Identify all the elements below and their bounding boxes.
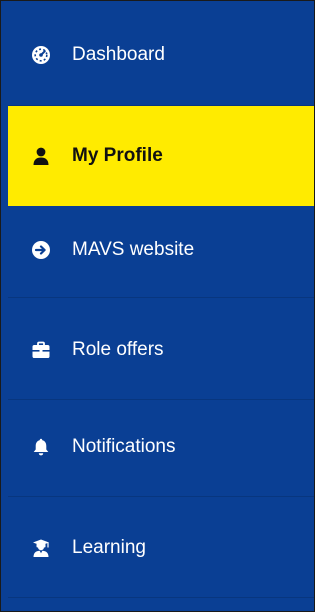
bell-icon	[30, 436, 52, 458]
sidebar-item-role-offers[interactable]: Role offers	[8, 300, 314, 400]
graduate-icon	[30, 537, 52, 559]
sidebar-item-label: MAVS website	[72, 239, 195, 260]
sidebar-item-learning[interactable]: Learning	[8, 498, 314, 598]
divider	[8, 496, 314, 497]
sidebar-item-label: Dashboard	[72, 44, 165, 65]
user-icon	[30, 145, 52, 167]
sidebar-item-mavs-website[interactable]: MAVS website	[8, 200, 314, 300]
dashboard-gauge-icon	[30, 44, 52, 66]
sidebar-frame: Dashboard My Profile MAVS website Role o…	[0, 0, 315, 612]
sidebar-item-notifications[interactable]: Notifications	[8, 397, 314, 497]
sidebar-item-dashboard[interactable]: Dashboard	[8, 5, 314, 105]
arrow-circle-right-icon	[30, 239, 52, 261]
divider	[8, 597, 314, 598]
sidebar-item-label: Notifications	[72, 436, 176, 457]
sidebar-item-label: My Profile	[72, 145, 163, 166]
sidebar-nav: Dashboard My Profile MAVS website Role o…	[8, 1, 314, 611]
sidebar-item-my-profile[interactable]: My Profile	[8, 106, 314, 206]
briefcase-icon	[30, 339, 52, 361]
sidebar-item-label: Learning	[72, 537, 146, 558]
sidebar-item-label: Role offers	[72, 339, 164, 360]
